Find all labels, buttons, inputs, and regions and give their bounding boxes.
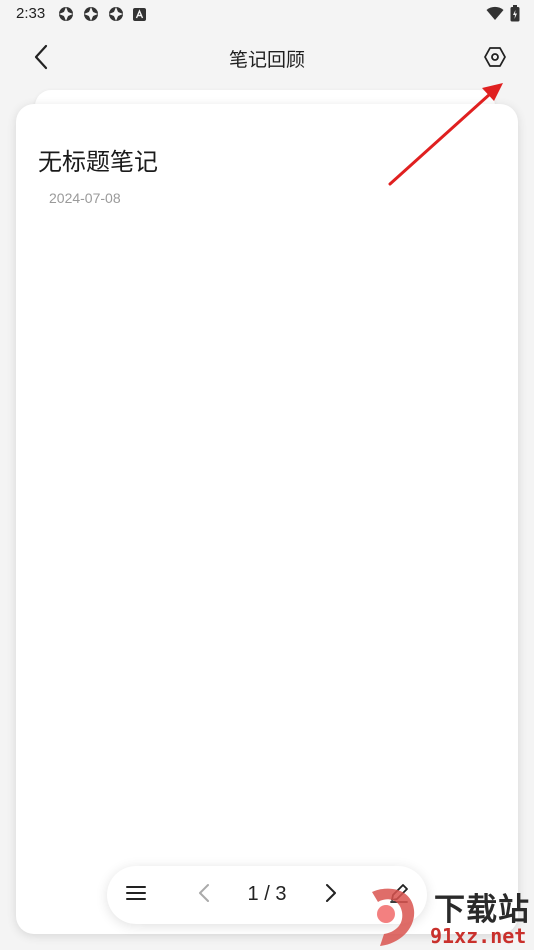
app-notification-icon xyxy=(108,6,124,22)
chevron-left-icon xyxy=(198,883,210,908)
watermark-sub-text: 91xz.net xyxy=(430,924,527,948)
note-card[interactable]: 无标题笔记 2024-07-08 xyxy=(16,104,518,934)
page-indicator: 1 / 3 xyxy=(247,883,287,905)
a-badge-icon xyxy=(133,7,146,21)
menu-icon xyxy=(126,885,146,906)
app-notification-icon xyxy=(83,6,99,22)
status-bar: 2:33 xyxy=(0,0,534,28)
previous-page-button[interactable] xyxy=(187,878,221,912)
chevron-right-icon xyxy=(325,883,337,908)
watermark-main-text: 下载站 xyxy=(434,892,530,928)
settings-button[interactable] xyxy=(478,42,512,76)
app-header: 笔记回顾 xyxy=(0,32,534,84)
wifi-icon xyxy=(486,6,504,21)
hexagon-settings-icon xyxy=(483,45,507,74)
battery-icon xyxy=(510,5,520,22)
site-watermark: 下载站 91xz.net xyxy=(360,884,534,950)
menu-button[interactable] xyxy=(119,878,153,912)
status-notification-icons xyxy=(58,6,146,22)
next-page-button[interactable] xyxy=(314,878,348,912)
note-title: 无标题笔记 xyxy=(38,148,158,176)
status-time: 2:33 xyxy=(16,5,46,22)
app-notification-icon xyxy=(58,6,74,22)
status-system-icons xyxy=(486,5,520,22)
note-date: 2024-07-08 xyxy=(49,190,121,206)
screen: 2:33 笔记回顾 无标题笔记 2024-07-08 1 / 3 下载站 91x… xyxy=(0,0,534,950)
page-title: 笔记回顾 xyxy=(228,49,305,71)
